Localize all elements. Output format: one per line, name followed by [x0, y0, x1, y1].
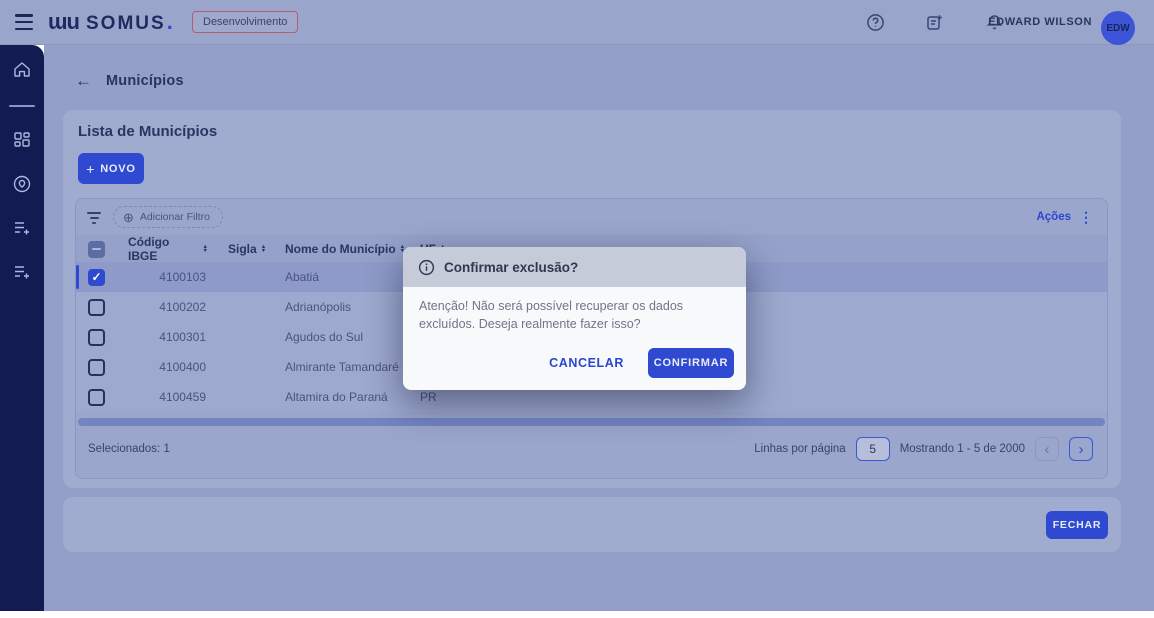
- table-footer: Selecionados: 1 Linhas por página 5 Most…: [76, 426, 1107, 472]
- page-title: Municípios: [106, 73, 184, 89]
- table-toolbar: ⊕ Adicionar Filtro Ações ⋮: [76, 199, 1107, 235]
- card-title: Lista de Municípios: [78, 123, 218, 140]
- confirm-delete-modal: Confirmar exclusão? Atenção! Não será po…: [403, 247, 746, 390]
- cell-nome: Abatiá: [285, 270, 320, 284]
- circle-plus-icon: ⊕: [123, 209, 134, 225]
- avatar[interactable]: EDW: [1101, 11, 1135, 45]
- cell-nome: Almirante Tamandaré: [285, 360, 399, 374]
- back-arrow-icon[interactable]: ←: [75, 71, 92, 91]
- cell-codigo-ibge: 4100459: [159, 390, 206, 404]
- row-checkbox[interactable]: [88, 298, 105, 316]
- bottom-action-bar: FECHAR: [63, 497, 1121, 552]
- modal-message: Atenção! Não será possível recuperar os …: [419, 299, 684, 331]
- modal-header: Confirmar exclusão?: [403, 247, 746, 287]
- cell-nome: Adrianópolis: [285, 300, 352, 314]
- cancel-button[interactable]: CANCELAR: [543, 355, 630, 371]
- sidebar-item-location-icon[interactable]: [11, 173, 33, 195]
- selected-count: Selecionados: 1: [88, 443, 170, 455]
- app-window: ɯu somus . Desenvolvimento EDWARD WILSON…: [0, 0, 1154, 618]
- info-icon: [418, 259, 435, 275]
- kebab-menu-icon: ⋮: [1079, 208, 1093, 225]
- row-checkbox[interactable]: [88, 328, 105, 346]
- app-logo: ɯu somus .: [48, 9, 173, 35]
- confirm-button[interactable]: CONFIRMAR: [648, 347, 734, 378]
- logo-dot: .: [166, 9, 173, 34]
- sidebar-item-modules-grid-icon[interactable]: [11, 129, 33, 151]
- actions-menu-button[interactable]: Ações ⋮: [1036, 209, 1093, 226]
- environment-badge: Desenvolvimento: [192, 11, 299, 33]
- modal-title: Confirmar exclusão?: [444, 259, 579, 275]
- cell-codigo-ibge: 4100400: [159, 360, 206, 374]
- sidebar-item-home[interactable]: [11, 59, 33, 81]
- logo-word: somus: [86, 13, 166, 34]
- cell-nome: Agudos do Sul: [285, 330, 364, 344]
- help-icon[interactable]: [866, 13, 885, 32]
- add-filter-button[interactable]: ⊕ Adicionar Filtro: [113, 206, 223, 228]
- next-page-button[interactable]: ›: [1069, 437, 1093, 461]
- sort-icon[interactable]: ▲▼: [261, 244, 266, 254]
- cell-codigo-ibge: 4100202: [159, 300, 206, 314]
- previous-page-button[interactable]: ‹: [1035, 437, 1059, 461]
- cell-codigo-ibge: 4100301: [159, 330, 206, 344]
- rows-per-page-label: Linhas por página: [754, 443, 846, 455]
- cell-nome: Altamira do Paraná: [285, 390, 388, 404]
- close-button[interactable]: FECHAR: [1046, 511, 1108, 539]
- new-button[interactable]: + NOVO: [78, 153, 144, 184]
- topbar: ɯu somus . Desenvolvimento EDWARD WILSON…: [0, 0, 1154, 45]
- row-checkbox[interactable]: [88, 268, 105, 286]
- cell-uf: PR: [420, 390, 437, 404]
- filter-icon[interactable]: [86, 210, 102, 224]
- modal-footer: CANCELAR CONFIRMAR: [403, 334, 746, 390]
- column-header-nome[interactable]: Nome do Município ▲ ▼: [285, 242, 420, 256]
- range-label: Mostrando 1 - 5 de 2000: [899, 443, 1025, 455]
- column-header-sigla[interactable]: Sigla ▲ ▼: [208, 242, 285, 256]
- sidebar: [0, 45, 44, 611]
- sidebar-divider: [9, 105, 35, 107]
- logo-mark: ɯu: [48, 9, 80, 34]
- plus-icon: +: [86, 160, 96, 177]
- select-all-checkbox[interactable]: [88, 240, 105, 258]
- column-header-codigo-ibge[interactable]: Código IBGE ▲ ▼: [128, 235, 208, 263]
- row-checkbox[interactable]: [88, 388, 105, 406]
- menu-icon[interactable]: [15, 14, 33, 30]
- request-note-icon[interactable]: [925, 13, 944, 32]
- sidebar-item-list-add-icon[interactable]: [11, 217, 33, 239]
- cell-codigo-ibge: 4100103: [159, 270, 206, 284]
- rows-per-page-select[interactable]: 5: [855, 437, 890, 461]
- user-name: EDWARD WILSON: [988, 16, 1092, 28]
- row-checkbox[interactable]: [88, 358, 105, 376]
- sidebar-item-list-add-alt-icon[interactable]: [11, 261, 33, 283]
- page-header: ← Municípios: [75, 71, 184, 91]
- horizontal-scrollbar[interactable]: [78, 418, 1105, 426]
